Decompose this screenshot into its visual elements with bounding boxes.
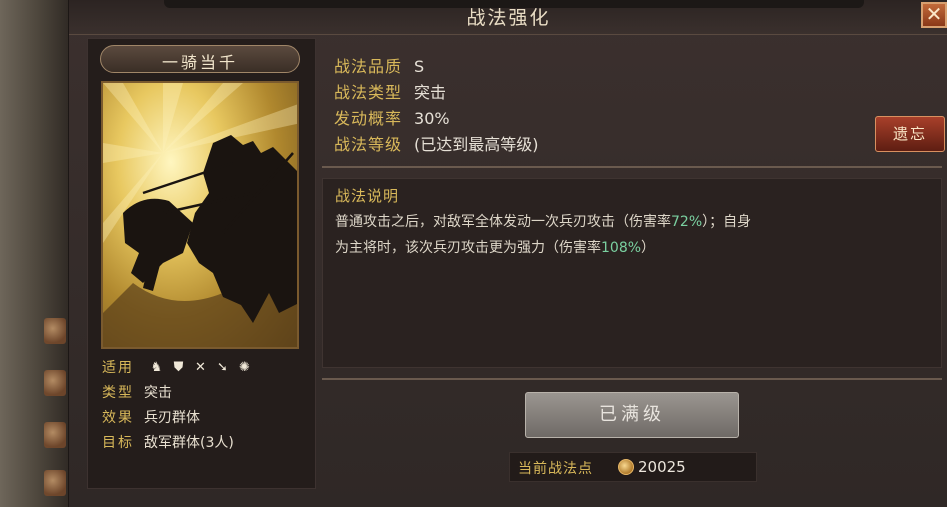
- divider: [322, 378, 942, 380]
- background-item: [44, 422, 66, 448]
- divider: [322, 166, 942, 168]
- close-icon: ✕: [925, 2, 943, 26]
- description-text: 普通攻击之后，对敌军全体发动一次兵刃攻击（伤害率72%）；自身 为主将时，该次兵…: [335, 209, 925, 261]
- type-value: 突击: [144, 385, 172, 401]
- stat-level-value: (已达到最高等级): [414, 135, 539, 154]
- skill-card: 一骑当千 适用 ♞ ⛊ ✕ ➘ ✺ 类型 突击 效果 兵刃群体 目标 敌军群体(…: [87, 38, 316, 489]
- close-button[interactable]: ✕: [921, 2, 947, 28]
- stat-type-key: 战法类型: [334, 83, 403, 102]
- damage-rate-normal: 72%: [671, 214, 703, 230]
- type-row: 类型 突击: [102, 382, 172, 404]
- stat-trigger-rate-key: 发动概率: [334, 109, 403, 128]
- panel-title: 战法强化: [466, 7, 551, 29]
- skill-name-plate: 一骑当千: [100, 45, 300, 73]
- siege-icon: ✺: [239, 360, 250, 375]
- skill-artwork: [101, 81, 299, 349]
- background-scene: [0, 0, 70, 507]
- description-line1-a: 普通攻击之后，对敌军全体发动一次兵刃攻击（伤害率: [335, 214, 671, 230]
- description-line1-b: ）；自身: [702, 214, 752, 230]
- skill-points-label: 当前战法点: [518, 461, 593, 477]
- background-item: [44, 318, 66, 344]
- background-item: [44, 470, 66, 496]
- stat-level: 战法等级 (已达到最高等级): [334, 131, 539, 154]
- description-line2-b: ）: [641, 240, 656, 256]
- stat-type: 战法类型 突击: [334, 79, 447, 102]
- stat-level-key: 战法等级: [334, 135, 403, 154]
- spear-icon: ➘: [217, 360, 228, 375]
- damage-rate-commander: 108%: [601, 240, 642, 256]
- coin-icon: [618, 459, 634, 475]
- target-row: 目标 敌军群体(3人): [102, 432, 234, 454]
- title-bar: 战法强化 ✕: [69, 0, 947, 35]
- skill-name: 一骑当千: [161, 53, 238, 72]
- skill-points-bar: 当前战法点 20025: [509, 452, 757, 482]
- background-item: [44, 370, 66, 396]
- effect-row: 效果 兵刃群体: [102, 407, 200, 429]
- description-title: 战法说明: [335, 187, 400, 205]
- effect-key: 效果: [102, 410, 134, 426]
- type-key: 类型: [102, 385, 134, 401]
- stat-trigger-rate-value: 30%: [414, 109, 450, 128]
- applicable-key: 适用: [102, 360, 134, 376]
- target-key: 目标: [102, 435, 134, 451]
- skill-points-value: 20025: [638, 458, 686, 476]
- target-value: 敌军群体(3人): [144, 435, 234, 451]
- skill-description-box: 战法说明 普通攻击之后，对敌军全体发动一次兵刃攻击（伤害率72%）；自身 为主将…: [322, 178, 942, 368]
- stat-quality-value: S: [414, 57, 425, 76]
- stat-quality: 战法品质 S: [334, 53, 425, 76]
- max-level-button[interactable]: 已满级: [525, 392, 739, 438]
- cavalry-icon: ♞: [150, 360, 163, 375]
- troop-icons: ♞ ⛊ ✕ ➘ ✺: [148, 360, 252, 376]
- applicable-troops-row: 适用 ♞ ⛊ ✕ ➘ ✺: [102, 357, 252, 379]
- effect-value: 兵刃群体: [144, 410, 200, 426]
- shield-icon: ⛊: [173, 360, 184, 375]
- stat-quality-key: 战法品质: [334, 57, 403, 76]
- stat-trigger-rate: 发动概率 30%: [334, 105, 450, 128]
- description-line2-a: 为主将时，该次兵刃攻击更为强力（伤害率: [335, 240, 601, 256]
- stat-type-value: 突击: [414, 83, 447, 102]
- skill-upgrade-panel: 战法强化 ✕ 一骑当千 适用 ♞ ⛊ ✕ ➘ ✺ 类型 突击 效果 兵刃群体 目…: [68, 0, 947, 507]
- forget-button[interactable]: 遗忘: [875, 116, 945, 152]
- bow-icon: ✕: [195, 360, 206, 375]
